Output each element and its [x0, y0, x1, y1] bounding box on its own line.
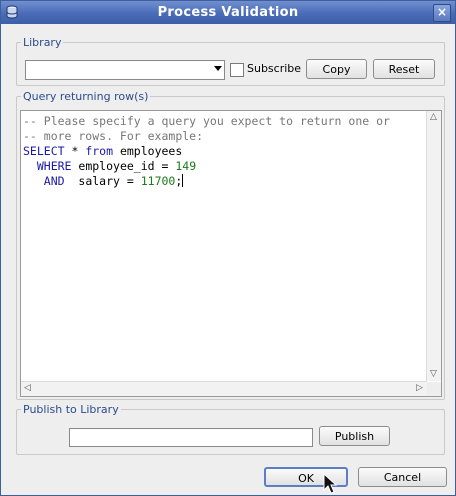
and-keyword: AND: [43, 174, 65, 188]
query-legend: Query returning row(s): [23, 90, 149, 103]
scroll-left-icon[interactable]: ◁: [24, 384, 31, 393]
text-caret: [182, 174, 184, 187]
subscribe-label: Subscribe: [247, 62, 302, 75]
dialog-window: Process Validation × Library Subscribe C…: [0, 0, 456, 496]
where-keyword: WHERE: [36, 159, 72, 173]
publish-legend: Publish to Library: [23, 403, 119, 416]
scroll-up-icon[interactable]: △: [430, 113, 437, 122]
where-value: 149: [175, 159, 197, 173]
comment-line-2: -- more rows. For example:: [23, 129, 204, 143]
scroll-right-icon[interactable]: ▷: [416, 384, 423, 393]
comment-line-1: -- Please specify a query you expect to …: [23, 114, 390, 128]
horizontal-scrollbar[interactable]: ◁ ▷: [21, 381, 427, 396]
where-condition: employee_id =: [71, 159, 176, 173]
mouse-cursor-icon: [323, 473, 338, 494]
close-button[interactable]: ×: [433, 4, 451, 22]
select-rest: *: [64, 144, 86, 158]
from-keyword: from: [85, 144, 114, 158]
statement-end: ;: [175, 174, 183, 188]
query-editor[interactable]: -- Please specify a query you expect to …: [20, 110, 442, 397]
publish-name-input[interactable]: [69, 428, 313, 447]
reset-button[interactable]: Reset: [373, 59, 435, 79]
table-name: employees: [113, 144, 183, 158]
library-dropdown[interactable]: [25, 60, 225, 80]
scroll-down-icon[interactable]: ▽: [430, 370, 437, 379]
publish-button[interactable]: Publish: [319, 426, 390, 446]
subscribe-checkbox[interactable]: [230, 63, 244, 77]
window-title: Process Validation: [157, 5, 299, 20]
close-icon: ×: [436, 5, 448, 19]
and-value: 11700: [140, 174, 176, 188]
vertical-scrollbar[interactable]: △ ▽: [426, 111, 441, 381]
select-keyword: SELECT: [23, 144, 65, 158]
scrollbar-corner: [427, 382, 441, 396]
chevron-down-icon: [214, 66, 222, 71]
query-code: -- Please specify a query you expect to …: [23, 114, 390, 189]
copy-button[interactable]: Copy: [306, 59, 367, 79]
title-bar[interactable]: Process Validation ×: [1, 1, 455, 24]
and-condition: salary =: [64, 174, 141, 188]
library-legend: Library: [23, 36, 62, 49]
cancel-button[interactable]: Cancel: [358, 467, 447, 487]
